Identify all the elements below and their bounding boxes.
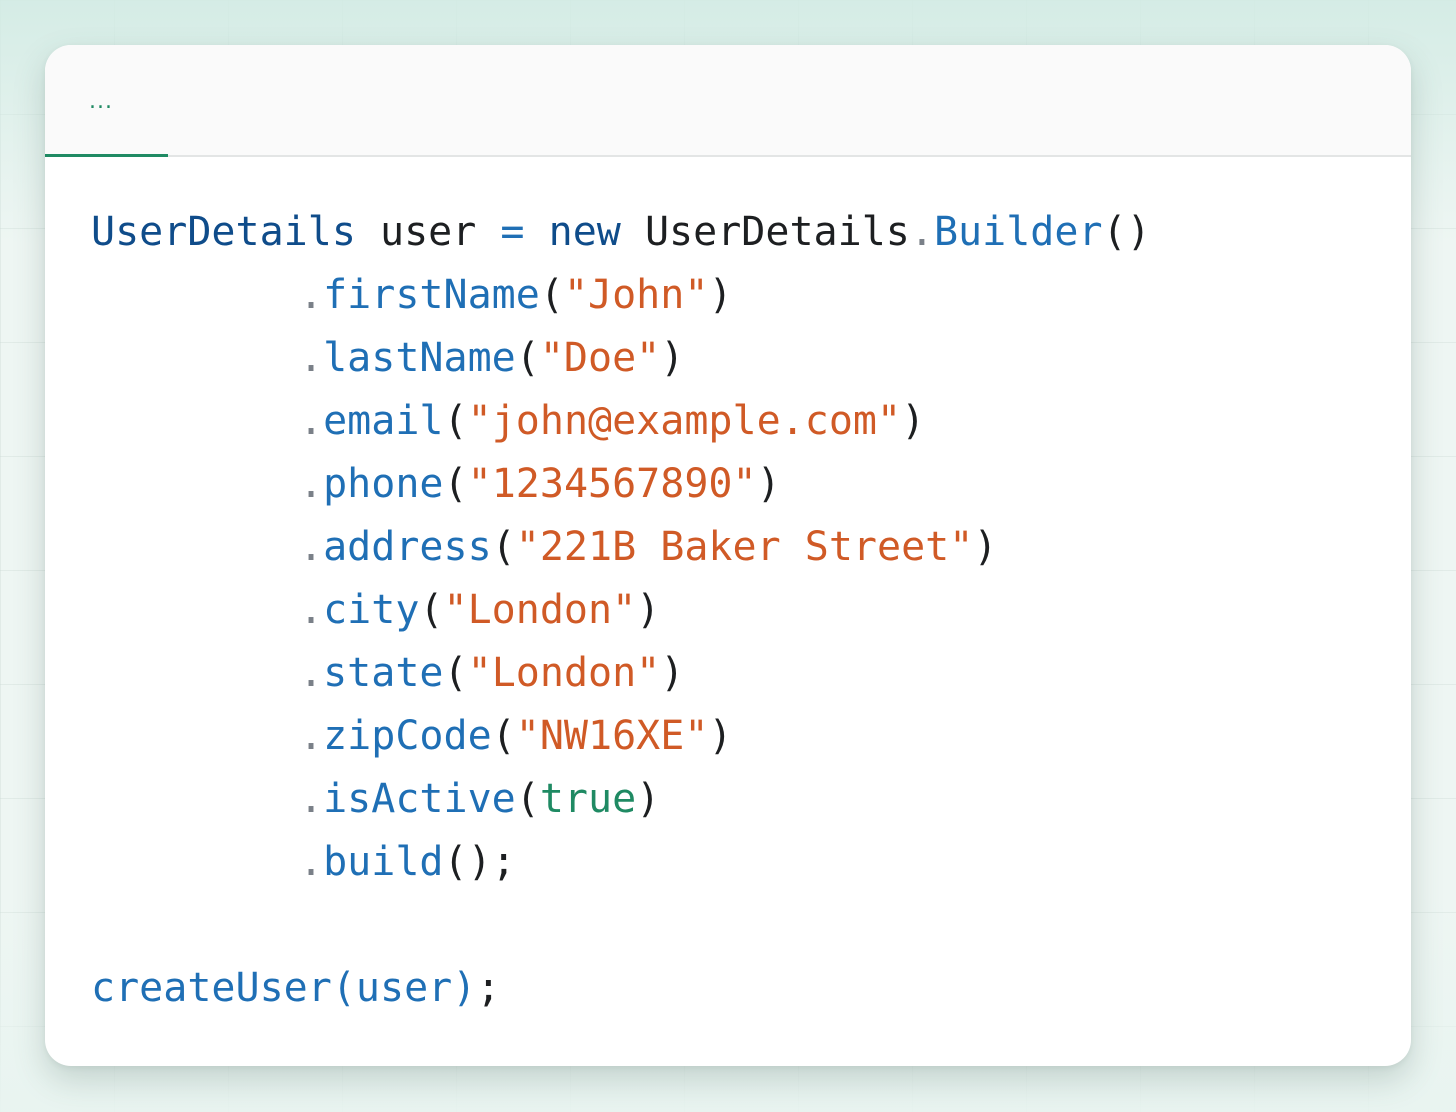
- code-line-call: .email("john@example.com"): [91, 390, 1151, 453]
- method-token: firstName: [323, 272, 540, 318]
- code-tab-bar: ...: [45, 45, 1411, 157]
- paren-close-token: ): [636, 587, 661, 633]
- code-line-call: .zipCode("NW16XE"): [91, 705, 1151, 768]
- paren-close-token: ): [901, 398, 926, 444]
- code-line-call: .firstName("John"): [91, 264, 1151, 327]
- string-token: "1234567890": [467, 461, 757, 507]
- method-token: state: [323, 650, 444, 696]
- paren-open-token: (: [443, 398, 468, 444]
- paren-open-token: (: [491, 713, 516, 759]
- dot-token: .: [299, 335, 324, 381]
- dot-token: .: [299, 587, 324, 633]
- string-token: "Doe": [539, 335, 661, 381]
- dot-token: .: [299, 839, 324, 885]
- code-line-declaration: UserDetails user = new UserDetails.Build…: [91, 201, 1151, 264]
- keyword-token: new: [548, 209, 621, 255]
- boolean-token: true: [539, 776, 637, 822]
- method-token: lastName: [323, 335, 516, 381]
- string-token: "221B Baker Street": [515, 524, 974, 570]
- dot-token: .: [299, 524, 324, 570]
- active-tab-indicator: [45, 154, 168, 157]
- paren-open-token: (: [419, 587, 444, 633]
- paren-close-token: ): [660, 650, 685, 696]
- method-token: zipCode: [323, 713, 492, 759]
- type-token: UserDetails: [91, 209, 356, 255]
- string-token: "London": [467, 650, 661, 696]
- dot-token: .: [299, 272, 324, 318]
- tab-code[interactable]: ...: [45, 45, 168, 157]
- string-token: "London": [443, 587, 637, 633]
- code-snippet-card: ... UserDetails user = new UserDetails.B…: [45, 45, 1411, 1066]
- tab-label: ...: [89, 89, 113, 114]
- paren-close-token: ): [660, 335, 685, 381]
- paren-open-token: (: [443, 650, 468, 696]
- paren-close-token: ): [756, 461, 781, 507]
- variable-token: user: [380, 209, 477, 255]
- paren-close-token: ): [636, 776, 661, 822]
- dot-token: .: [299, 398, 324, 444]
- paren-open-token: (: [443, 461, 468, 507]
- dot-token: .: [299, 713, 324, 759]
- method-token: address: [323, 524, 492, 570]
- method-token: phone: [323, 461, 444, 507]
- dot-token: .: [299, 650, 324, 696]
- punct-token: ();: [443, 839, 516, 885]
- method-token: city: [323, 587, 420, 633]
- method-token: build: [323, 839, 444, 885]
- code-line-call: .isActive(true): [91, 768, 1151, 831]
- code-line-call: .lastName("Doe"): [91, 327, 1151, 390]
- method-token: isActive: [323, 776, 516, 822]
- paren-close-token: ): [708, 713, 733, 759]
- paren-open-token: (: [515, 776, 540, 822]
- code-line-call: .address("221B Baker Street"): [91, 516, 1151, 579]
- method-token: Builder: [933, 209, 1103, 255]
- code-block: UserDetails user = new UserDetails.Build…: [91, 201, 1151, 1020]
- paren-open-token: (: [515, 335, 540, 381]
- code-line-call: .state("London"): [91, 642, 1151, 705]
- dot-token: .: [909, 209, 934, 255]
- method-token: email: [323, 398, 444, 444]
- function-call-token: createUser(user): [91, 965, 477, 1011]
- dot-token: .: [299, 776, 324, 822]
- parens-token: (): [1102, 209, 1151, 255]
- code-line-call: .phone("1234567890"): [91, 453, 1151, 516]
- code-line-build: .build();: [91, 831, 1151, 894]
- dot-token: .: [299, 461, 324, 507]
- paren-close-token: ): [708, 272, 733, 318]
- paren-close-token: ): [973, 524, 998, 570]
- code-line-call: .city("London"): [91, 579, 1151, 642]
- code-line-create-user: createUser(user);: [91, 957, 1151, 1020]
- operator-token: =: [500, 209, 525, 255]
- paren-open-token: (: [539, 272, 564, 318]
- string-token: "John": [563, 272, 709, 318]
- class-token: UserDetails: [644, 209, 910, 255]
- string-token: "john@example.com": [467, 398, 902, 444]
- paren-open-token: (: [491, 524, 516, 570]
- string-token: "NW16XE": [515, 713, 709, 759]
- semicolon-token: ;: [476, 965, 501, 1011]
